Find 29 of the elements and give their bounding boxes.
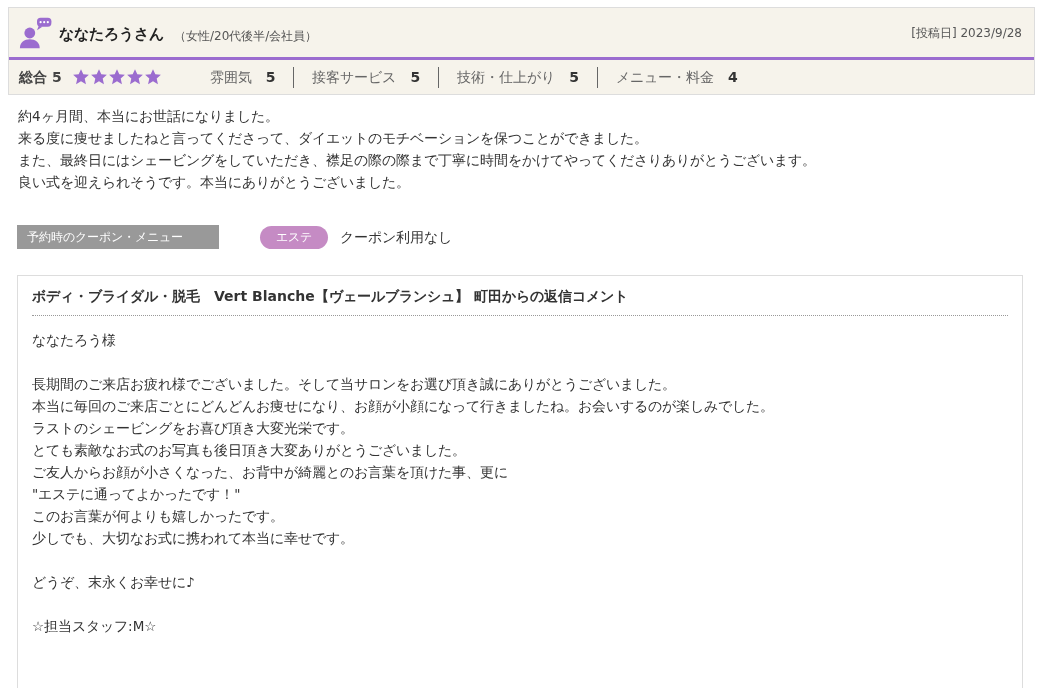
review-text: 良い式を迎えられそうです。本当にありがとうございました。 [18,173,411,192]
reply-paragraph: 長期間のご来店お疲れ様でございました。そして当サロンをお選び頂き誠にありがとうございました。 本当に毎回のご来店ごとにどんどんお痩せになり、お顔が小顔になって行きましたね。お会いするのが楽しみでした。 ラストのシェービングをお喜び頂き大変光栄です。 とても素敵なお式のお写真も後日頂き大変ありがとうございました。 ご友人からお顔が小さくなった、お背中が綺麗とのお言葉を頂けた事、更に "エステに通ってよかったです！" このお言葉が何よりも嬉しかったです。 少しでも、大切なお式に携われて本当に幸せです。 [32,375,775,548]
star-icon [125,68,144,86]
reply-paragraph: ななたろう様 [32,331,117,350]
rating-label: 雰囲気 [209,67,252,87]
overall-label: 総合 5 [19,67,62,87]
coupon-value: クーポン利用なし [340,227,452,247]
coupon-label: 予約時のクーポン・メニュー [17,225,219,249]
review-text: また、最終日にはシェービングをしていただき、襟足の際の際まで丁寧に時間をかけてやってくださりありがとうございます。 [18,151,817,170]
reviewer-name: ななたろうさん [59,24,164,45]
category-tag: エステ [260,225,328,249]
review-text: 約4ヶ月間、本当にお世話になりました。 [18,107,280,126]
reviewer-profile: （女性/20代後半/会社員） [174,27,318,45]
rating-score: 5 [410,67,421,87]
rating-score: 4 [727,67,738,87]
star-icon [89,68,108,86]
rating-label: 技術・仕上がり [457,67,556,87]
rating-score: 5 [569,67,579,87]
reply-paragraph: ☆担当スタッフ:M☆ [32,617,158,636]
reply-paragraph: どうぞ、末永くお幸せに♪ [32,573,196,592]
star-icon [107,68,126,86]
star-icon [143,68,162,86]
rating-label: メニュー・料金 [615,67,714,87]
rating-score: 5 [265,67,276,87]
star-icon [71,68,90,86]
reply-title: ボディ・ブライダル・脱毛 Vert Blanche【ヴェールブランシュ】 町田からの返信コメント [32,284,1008,316]
rating-label: 接客サービス [312,67,397,87]
post-date: [投稿日] 2023/9/28 [911,24,1022,42]
review-text: 来る度に痩せましたねと言ってくださって、ダイエットのモチベーションを保つことができました。 [18,129,649,148]
